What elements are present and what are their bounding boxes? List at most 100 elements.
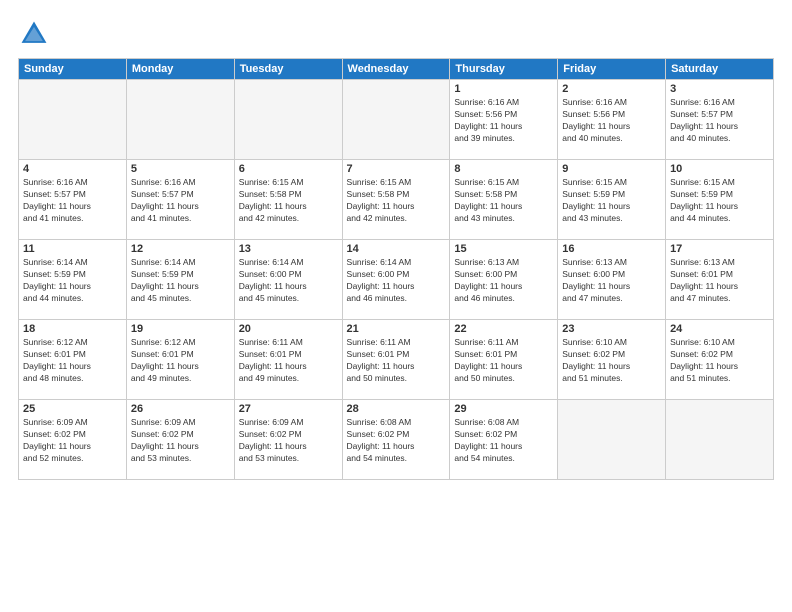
day-info: Sunrise: 6:15 AM Sunset: 5:59 PM Dayligh… [562,177,661,225]
day-number: 4 [23,163,122,175]
calendar-cell: 29 Sunrise: 6:08 AM Sunset: 6:02 PM Dayli… [450,400,558,480]
logo [18,18,54,50]
calendar-cell: 7 Sunrise: 6:15 AM Sunset: 5:58 PM Daylig… [342,160,450,240]
logo-icon [18,18,50,50]
day-number: 24 [670,323,769,335]
day-number: 20 [239,323,338,335]
calendar-cell: 4 Sunrise: 6:16 AM Sunset: 5:57 PM Daylig… [19,160,127,240]
day-number: 6 [239,163,338,175]
calendar-cell: 13 Sunrise: 6:14 AM Sunset: 6:00 PM Dayli… [234,240,342,320]
day-number: 18 [23,323,122,335]
day-info: Sunrise: 6:11 AM Sunset: 6:01 PM Dayligh… [347,337,446,385]
calendar-cell: 23 Sunrise: 6:10 AM Sunset: 6:02 PM Dayli… [558,320,666,400]
calendar-cell: 12Sunrise: 6:14 AM Sunset: 5:59 PM Dayli… [126,240,234,320]
weekday-header-saturday: Saturday [666,59,774,80]
calendar-cell [126,80,234,160]
calendar-cell [666,400,774,480]
day-info: Sunrise: 6:16 AM Sunset: 5:57 PM Dayligh… [23,177,122,225]
calendar-cell: 10 Sunrise: 6:15 AM Sunset: 5:59 PM Dayli… [666,160,774,240]
weekday-header-sunday: Sunday [19,59,127,80]
day-info: Sunrise: 6:11 AM Sunset: 6:01 PM Dayligh… [239,337,338,385]
day-number: 21 [347,323,446,335]
day-number: 9 [562,163,661,175]
day-number: 5 [131,163,230,175]
day-number: 29 [454,403,553,415]
weekday-header-friday: Friday [558,59,666,80]
calendar-cell [19,80,127,160]
day-number: 22 [454,323,553,335]
calendar-cell: 14Sunrise: 6:14 AM Sunset: 6:00 PM Dayli… [342,240,450,320]
calendar-cell: 22 Sunrise: 6:11 AM Sunset: 6:01 PM Dayli… [450,320,558,400]
calendar-cell: 17 Sunrise: 6:13 AM Sunset: 6:01 PM Dayli… [666,240,774,320]
day-info: Sunrise: 6:15 AM Sunset: 5:58 PM Dayligh… [454,177,553,225]
day-info: Sunrise: 6:13 AM Sunset: 6:00 PM Dayligh… [454,257,553,305]
day-number: 25 [23,403,122,415]
day-info: Sunrise: 6:11 AM Sunset: 6:01 PM Dayligh… [454,337,553,385]
day-number: 7 [347,163,446,175]
day-info: Sunrise: 6:14 AM Sunset: 6:00 PM Dayligh… [239,257,338,305]
calendar-cell: 16 Sunrise: 6:13 AM Sunset: 6:00 PM Dayli… [558,240,666,320]
weekday-header-thursday: Thursday [450,59,558,80]
calendar-cell: 5 Sunrise: 6:16 AM Sunset: 5:57 PM Daylig… [126,160,234,240]
day-number: 16 [562,243,661,255]
day-number: 28 [347,403,446,415]
calendar-cell [558,400,666,480]
weekday-header-monday: Monday [126,59,234,80]
calendar-cell: 6 Sunrise: 6:15 AM Sunset: 5:58 PM Daylig… [234,160,342,240]
weekday-header-row: SundayMondayTuesdayWednesdayThursdayFrid… [19,59,774,80]
header [18,18,774,50]
day-info: Sunrise: 6:10 AM Sunset: 6:02 PM Dayligh… [670,337,769,385]
day-info: Sunrise: 6:10 AM Sunset: 6:02 PM Dayligh… [562,337,661,385]
calendar-cell [234,80,342,160]
day-number: 13 [239,243,338,255]
calendar-cell: 11Sunrise: 6:14 AM Sunset: 5:59 PM Dayli… [19,240,127,320]
calendar-week-4: 18 Sunrise: 6:12 AM Sunset: 6:01 PM Dayli… [19,320,774,400]
calendar-cell [342,80,450,160]
calendar-cell: 24 Sunrise: 6:10 AM Sunset: 6:02 PM Dayli… [666,320,774,400]
day-number: 26 [131,403,230,415]
weekday-header-wednesday: Wednesday [342,59,450,80]
calendar-cell: 1Sunrise: 6:16 AM Sunset: 5:56 PM Daylig… [450,80,558,160]
calendar-week-5: 25 Sunrise: 6:09 AM Sunset: 6:02 PM Dayli… [19,400,774,480]
day-number: 2 [562,83,661,95]
calendar-cell: 19Sunrise: 6:12 AM Sunset: 6:01 PM Dayli… [126,320,234,400]
day-info: Sunrise: 6:13 AM Sunset: 6:00 PM Dayligh… [562,257,661,305]
day-info: Sunrise: 6:16 AM Sunset: 5:56 PM Dayligh… [562,97,661,145]
day-info: Sunrise: 6:16 AM Sunset: 5:57 PM Dayligh… [670,97,769,145]
day-info: Sunrise: 6:09 AM Sunset: 6:02 PM Dayligh… [239,417,338,465]
calendar-cell: 25 Sunrise: 6:09 AM Sunset: 6:02 PM Dayli… [19,400,127,480]
calendar-cell: 3Sunrise: 6:16 AM Sunset: 5:57 PM Daylig… [666,80,774,160]
calendar-week-3: 11Sunrise: 6:14 AM Sunset: 5:59 PM Dayli… [19,240,774,320]
calendar-cell: 15 Sunrise: 6:13 AM Sunset: 6:00 PM Dayli… [450,240,558,320]
day-info: Sunrise: 6:08 AM Sunset: 6:02 PM Dayligh… [454,417,553,465]
day-info: Sunrise: 6:15 AM Sunset: 5:59 PM Dayligh… [670,177,769,225]
day-number: 10 [670,163,769,175]
day-info: Sunrise: 6:08 AM Sunset: 6:02 PM Dayligh… [347,417,446,465]
day-number: 23 [562,323,661,335]
calendar-cell: 2 Sunrise: 6:16 AM Sunset: 5:56 PM Daylig… [558,80,666,160]
calendar-week-1: 1 Sunrise: 6:16 AM Sunset: 5:56 PM Daylig… [19,80,774,160]
day-info: Sunrise: 6:14 AM Sunset: 5:59 PM Dayligh… [131,257,230,305]
calendar-cell: 9 Sunrise: 6:15 AM Sunset: 5:59 PM Daylig… [558,160,666,240]
calendar-cell: 28 Sunrise: 6:08 AM Sunset: 6:02 PM Dayli… [342,400,450,480]
calendar-table: SundayMondayTuesdayWednesdayThursdayFrid… [18,58,774,480]
day-info: Sunrise: 6:15 AM Sunset: 5:58 PM Dayligh… [347,177,446,225]
day-info: Sunrise: 6:13 AM Sunset: 6:01 PM Dayligh… [670,257,769,305]
calendar-week-2: 4 Sunrise: 6:16 AM Sunset: 5:57 PM Daylig… [19,160,774,240]
calendar-cell: 8 Sunrise: 6:15 AM Sunset: 5:58 PM Daylig… [450,160,558,240]
day-info: Sunrise: 6:16 AM Sunset: 5:57 PM Dayligh… [131,177,230,225]
day-number: 14 [347,243,446,255]
calendar-cell: 21 Sunrise: 6:11 AM Sunset: 6:01 PM Dayli… [342,320,450,400]
day-number: 17 [670,243,769,255]
day-info: Sunrise: 6:12 AM Sunset: 6:01 PM Dayligh… [23,337,122,385]
day-number: 15 [454,243,553,255]
calendar-cell: 27Sunrise: 6:09 AM Sunset: 6:02 PM Dayli… [234,400,342,480]
calendar-cell: 26Sunrise: 6:09 AM Sunset: 6:02 PM Dayli… [126,400,234,480]
day-number: 1 [454,83,553,95]
day-info: Sunrise: 6:14 AM Sunset: 5:59 PM Dayligh… [23,257,122,305]
day-info: Sunrise: 6:09 AM Sunset: 6:02 PM Dayligh… [23,417,122,465]
day-info: Sunrise: 6:12 AM Sunset: 6:01 PM Dayligh… [131,337,230,385]
page: SundayMondayTuesdayWednesdayThursdayFrid… [0,0,792,612]
day-number: 8 [454,163,553,175]
day-info: Sunrise: 6:15 AM Sunset: 5:58 PM Dayligh… [239,177,338,225]
